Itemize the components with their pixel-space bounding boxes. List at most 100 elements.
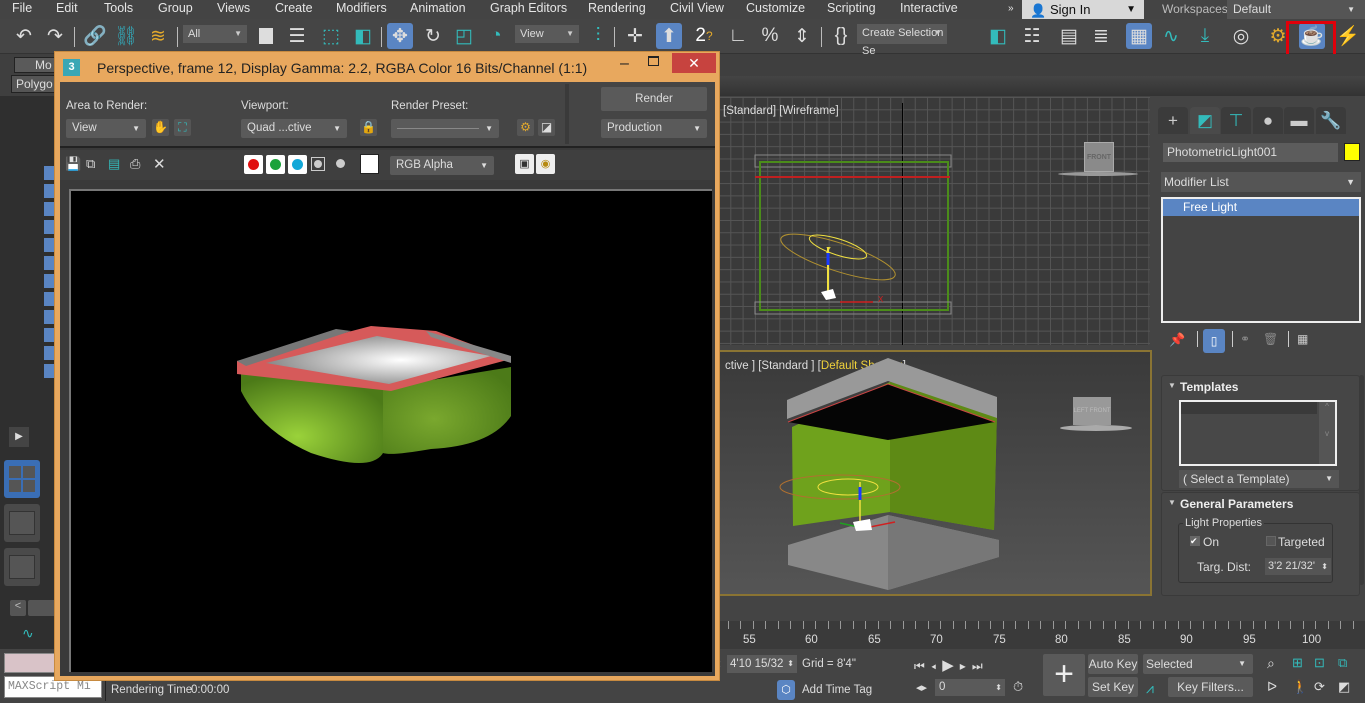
curve-editor-icon[interactable]: ∿ [1158, 23, 1184, 49]
utilities-tab-wrench-icon[interactable]: 🔧 [1316, 107, 1346, 134]
window-crossing-icon[interactable]: ◧ [350, 23, 376, 49]
edit-region-hand-icon[interactable]: ✋ [152, 119, 169, 136]
default-in-out-tangents-icon[interactable]: ⩘ [1146, 680, 1154, 697]
make-unique-icon[interactable]: ⚭ [1240, 332, 1250, 346]
edit-named-selection-icon[interactable]: {} [828, 23, 854, 49]
move-icon[interactable]: ✥ [387, 23, 413, 49]
pivot-center-icon[interactable]: ⫶ [585, 23, 611, 49]
redo-icon[interactable]: ↷ [42, 23, 68, 49]
on-checkbox[interactable]: ✔ [1190, 536, 1200, 546]
menu-civil-view[interactable]: Civil View [670, 1, 724, 15]
expand-play-icon[interactable]: ▶ [9, 427, 29, 447]
menu-views[interactable]: Views [217, 1, 250, 15]
layers-icon[interactable]: ≣ [1088, 23, 1114, 49]
close-button[interactable]: ✕ [672, 53, 716, 73]
toggle-ui-overlay-icon[interactable]: ▣ [515, 154, 534, 174]
area-to-render-dropdown[interactable]: View ▼ [66, 119, 146, 138]
viewcube-ring[interactable] [1058, 172, 1138, 176]
mirror-icon[interactable]: ◧ [985, 23, 1011, 49]
current-frame-spinner[interactable]: 0 ⬍ [935, 679, 1005, 696]
viewport-front[interactable]: [Standard] [Wireframe] Z X FRONT [718, 97, 1150, 345]
panel-splitter[interactable] [565, 84, 569, 144]
field-of-view-icon[interactable]: ᐅ [1267, 679, 1277, 695]
zoom-all-icon[interactable]: ⊞ [1292, 655, 1303, 671]
snaps-toggle-icon[interactable]: 2? [691, 23, 717, 49]
clear-color-swatch[interactable] [360, 154, 379, 174]
spinner-snap-icon[interactable]: ⇕ [789, 23, 815, 49]
go-to-start-icon[interactable]: ⏮ [914, 659, 931, 673]
render-mode-dropdown[interactable]: Production ▼ [601, 119, 707, 138]
modifier-stack-item[interactable]: Free Light [1163, 199, 1359, 216]
red-channel-toggle[interactable] [244, 155, 263, 174]
scene-explorer-icon[interactable]: ▦ [1126, 23, 1152, 49]
select-by-name-icon[interactable]: ☰ [284, 23, 310, 49]
single-viewport-layout-button[interactable] [4, 504, 40, 542]
previous-frame-icon[interactable]: ◂ [931, 659, 942, 673]
select-manipulate-icon[interactable]: ✛ [622, 23, 648, 49]
render-production-icon[interactable]: ⚡ [1335, 23, 1361, 49]
mini-curve-editor-icon[interactable]: ∿ [22, 625, 34, 642]
targ-dist-spinner[interactable]: 3'2 21/32' ⬍ [1265, 558, 1331, 575]
maximize-viewport-icon[interactable]: ◩ [1338, 679, 1350, 695]
menu-overflow-icon[interactable]: » [1008, 3, 1014, 14]
templates-list[interactable]: ^ v [1179, 400, 1337, 466]
unlink-icon[interactable]: ⛓ [113, 23, 139, 49]
workspace-select[interactable]: Default ▼ [1227, 0, 1365, 19]
time-configuration-icon[interactable]: ⏱ [1013, 679, 1023, 695]
object-color-swatch[interactable] [1344, 143, 1360, 161]
blue-channel-toggle[interactable] [288, 155, 307, 174]
set-keys-plus-key-icon[interactable]: + [1043, 654, 1085, 696]
viewcube[interactable]: FRONT [1084, 142, 1114, 172]
render-preset-dropdown[interactable]: ▼ [391, 119, 499, 138]
select-object-icon[interactable] [253, 23, 279, 49]
viewport-dropdown[interactable]: Quad ...ctive ▼ [241, 119, 347, 138]
show-end-result-icon[interactable]: ▯ [1203, 329, 1225, 353]
single-viewport-layout-button[interactable] [4, 548, 40, 586]
render-button[interactable]: Render [601, 87, 707, 111]
link-icon[interactable]: 🔗 [82, 23, 108, 49]
coordinate-field[interactable]: 4'10 15/32 ⬍ [727, 655, 797, 673]
spinner-arrows-icon[interactable]: ⬍ [787, 655, 794, 673]
next-frame-icon[interactable]: ▸ [960, 659, 972, 673]
menu-customize[interactable]: Customize [746, 1, 805, 15]
maximize-icon[interactable] [648, 56, 659, 66]
templates-title[interactable]: Templates [1180, 380, 1238, 394]
modify-tab-icon[interactable]: ◩ [1190, 107, 1220, 134]
configure-modifier-sets-icon[interactable]: ▦ [1297, 332, 1308, 346]
create-tab-plus-icon[interactable]: + [1158, 107, 1188, 134]
ref-coord-dropdown[interactable]: View ▼ [515, 25, 579, 43]
time-tag-icon[interactable]: ⬡ [777, 680, 795, 700]
add-time-tag-label[interactable]: Add Time Tag [802, 684, 872, 696]
menu-scripting[interactable]: Scripting [827, 1, 876, 15]
menu-file[interactable]: File [12, 1, 32, 15]
general-parameters-title[interactable]: General Parameters [1180, 497, 1293, 511]
auto-key-button[interactable]: Auto Key [1088, 654, 1138, 674]
go-to-end-icon[interactable]: ⏭ [972, 659, 989, 673]
zoom-extents-icon[interactable]: ⊡ [1314, 655, 1325, 671]
menu-rendering[interactable]: Rendering [588, 1, 646, 15]
motion-tab-icon[interactable]: ● [1253, 107, 1283, 134]
templates-scrollbar[interactable]: ^ v [1319, 402, 1335, 464]
keyboard-shortcut-override-icon[interactable]: ⬆ [656, 23, 682, 49]
material-editor-icon[interactable]: ◎ [1228, 23, 1254, 49]
spinner-arrows-icon[interactable]: ⬍ [1321, 558, 1328, 575]
modifier-list-dropdown[interactable]: Modifier List ▼ [1161, 172, 1361, 192]
zoom-extents-all-icon[interactable]: ⧉ [1338, 655, 1347, 671]
layer-explorer-icon[interactable]: ▤ [1056, 23, 1082, 49]
scroll-left-button[interactable]: < [10, 600, 26, 616]
template-select-dropdown[interactable]: ( Select a Template) ▼ [1179, 470, 1339, 488]
orbit-icon[interactable]: ⟳ [1314, 679, 1325, 695]
named-selection-dropdown[interactable]: Create Selection Se ▼ [857, 24, 947, 57]
templates-list-row[interactable] [1181, 402, 1317, 414]
lock-icon[interactable]: 🔒 [360, 119, 377, 136]
collapse-triangle-icon[interactable]: ▼ [1168, 381, 1176, 390]
align-icon[interactable]: ☷ [1019, 23, 1045, 49]
green-channel-toggle[interactable] [266, 155, 285, 174]
command-panel-scrollbar[interactable] [1359, 375, 1364, 585]
undo-icon[interactable]: ↶ [11, 23, 37, 49]
timeline-ruler[interactable]: 55 60 65 70 75 80 85 90 95 100 [715, 621, 1365, 649]
ribbon-polygon-button[interactable]: Polygo [11, 75, 56, 93]
toggle-ui-icon[interactable]: ◉ [536, 154, 555, 174]
monochrome-toggle-icon[interactable] [336, 159, 345, 168]
placement-icon[interactable]: ◔ [483, 23, 509, 49]
